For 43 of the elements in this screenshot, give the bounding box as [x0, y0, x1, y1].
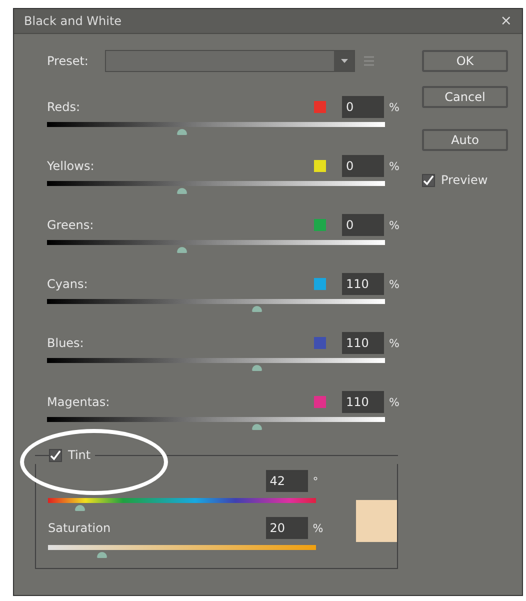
value-field[interactable]: 110: [342, 332, 384, 354]
value-field[interactable]: 0: [342, 214, 384, 236]
channel-label: Reds:: [47, 100, 82, 114]
unit-label: %: [312, 522, 324, 534]
value-field[interactable]: 110: [342, 391, 384, 413]
channel-label: Cyans:: [47, 277, 89, 291]
slider-thumb[interactable]: [252, 365, 262, 371]
unit-label: °: [312, 474, 320, 488]
slider-thumb[interactable]: [177, 188, 188, 194]
value-field[interactable]: 110: [342, 273, 384, 295]
slider-thumb[interactable]: [252, 306, 262, 312]
channel-label: Yellows:: [47, 159, 96, 173]
checkbox[interactable]: [422, 174, 435, 186]
channel-label: Magentas:: [47, 395, 111, 409]
unit-label: %: [389, 336, 400, 350]
unit-label: %: [389, 100, 400, 114]
slider-thumb[interactable]: [75, 505, 86, 511]
dialog-button[interactable]: Auto: [422, 129, 508, 151]
unit-label: %: [389, 278, 400, 290]
preview-label: Preview: [441, 173, 488, 187]
preset-label: Preset:: [47, 54, 90, 68]
unit-label: %: [389, 396, 400, 408]
unit-label: %: [389, 160, 400, 172]
preset-dropdown[interactable]: [105, 50, 355, 72]
unit-label: %: [389, 218, 400, 232]
checkbox[interactable]: [49, 448, 62, 462]
slider-thumb[interactable]: [96, 552, 107, 558]
value-field[interactable]: 0: [342, 155, 384, 177]
hue-field[interactable]: 42: [266, 470, 308, 492]
window-title: Black and White: [24, 14, 122, 28]
slider-thumb[interactable]: [177, 247, 188, 253]
dialog-button[interactable]: Cancel: [422, 86, 508, 108]
value-field[interactable]: 0: [342, 96, 384, 118]
saturation-field[interactable]: 20: [266, 517, 308, 539]
close-button[interactable]: ×: [500, 13, 512, 29]
slider-thumb[interactable]: [177, 129, 188, 135]
list-icon[interactable]: [363, 55, 375, 67]
dialog-button[interactable]: OK: [422, 50, 508, 72]
slider-thumb[interactable]: [252, 424, 262, 430]
channel-label: Greens:: [47, 218, 95, 232]
channel-label: Blues:: [47, 336, 85, 350]
tint-label: Tint: [68, 448, 91, 462]
saturation-label: Saturation: [48, 521, 112, 535]
